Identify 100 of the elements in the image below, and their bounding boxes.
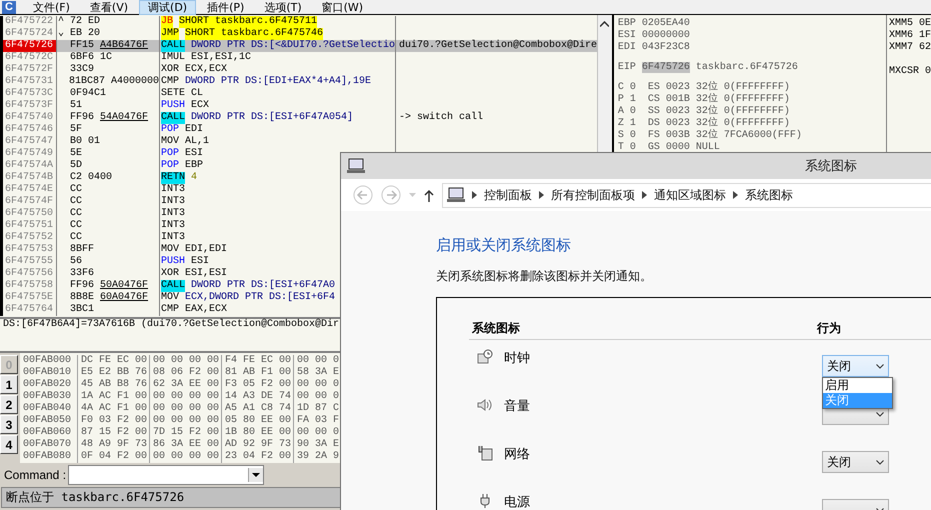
- opcode-text: 0F94C1: [69, 88, 106, 100]
- opcode-text: C2 0400: [69, 172, 112, 184]
- hex-cell: 81 AB F1 00: [222, 367, 294, 379]
- opcode-text: 5E: [69, 148, 82, 160]
- dropdown-option[interactable]: 启用: [823, 378, 892, 393]
- address-cell: 6F47574A: [0, 160, 57, 172]
- icon-name: 时钟: [504, 350, 530, 367]
- register-line: MXCSR 0: [888, 66, 931, 77]
- menu-item[interactable]: 窗口(W): [312, 0, 372, 14]
- dump-tab[interactable]: 1: [0, 375, 18, 394]
- menu-item[interactable]: 插件(P): [198, 0, 254, 14]
- hex-cell: 1B 80 EE 00: [222, 427, 294, 439]
- mnemonic: POP: [161, 124, 180, 136]
- address-cell: 00FAB050: [20, 415, 78, 427]
- operand-text: DWORD PTR DS:[<&DUI70.?GetSelectio: [191, 40, 396, 52]
- scroll-up-icon[interactable]: [600, 21, 610, 27]
- dump-tab[interactable]: 2: [0, 395, 18, 414]
- hex-cell: 45 AB B8 76: [78, 379, 150, 391]
- mnemonic: POP: [161, 148, 180, 160]
- breadcrumb-item[interactable]: 通知区域图标: [654, 186, 726, 204]
- reloc-address: 50A0476F: [100, 280, 148, 292]
- mnemonic: INT3: [161, 232, 186, 244]
- address-cell: 6F475752: [0, 232, 57, 244]
- address-cell: 6F47574E: [0, 184, 57, 196]
- hex-cell: 7D 15 F2 00: [150, 427, 222, 439]
- menu-item[interactable]: 查看(V): [80, 0, 138, 14]
- operand-text: ECX,DWORD PTR DS:[ESI+6F4: [185, 292, 336, 304]
- reloc-address: 60A0476F: [100, 292, 148, 304]
- address-cell: 00FAB030: [20, 391, 78, 403]
- chevron-right-icon: [733, 191, 738, 199]
- address-cell: 6F475731: [0, 76, 57, 88]
- opcode-text: CC: [69, 232, 82, 244]
- hex-cell: AD 92 9F 73: [222, 439, 294, 451]
- hex-cell: 48 A9 9F 73: [78, 439, 150, 451]
- opcode-text: 3BC1: [69, 304, 94, 316]
- opcode-text: FF96: [69, 112, 94, 124]
- comment-text: -> switch call: [399, 112, 484, 123]
- address-cell: 00FAB000: [20, 355, 78, 367]
- register-line: XMM5 0E: [888, 18, 931, 29]
- address-cell: 6F475740: [0, 112, 57, 124]
- operand-text: 4: [191, 172, 198, 184]
- operand-text: CL: [191, 88, 204, 100]
- behavior-select[interactable]: 关闭: [822, 451, 889, 473]
- breadcrumb-item[interactable]: 所有控制面板项: [551, 186, 635, 204]
- flag-line: T 0 GS 0000 NULL: [618, 142, 720, 153]
- hex-cell: 00 00 00 00: [150, 391, 222, 403]
- mnemonic: MOV: [161, 292, 180, 304]
- hex-cell: 14 A3 DE 74: [222, 391, 294, 403]
- opcode-text: CC: [69, 208, 82, 220]
- computer-icon: [347, 158, 365, 174]
- menu-item[interactable]: 文件(F): [24, 0, 79, 14]
- address-bar[interactable]: 控制面板 所有控制面板项 通知区域图标 系统图标: [442, 182, 931, 208]
- address-cell: 00FAB060: [20, 427, 78, 439]
- opcode-text: 56: [69, 256, 82, 268]
- up-arrow-icon[interactable]: [424, 188, 434, 202]
- menu-item[interactable]: 选项(T): [255, 0, 311, 14]
- hex-cell: F4 FE EC 00: [222, 355, 294, 367]
- column-header: 行为: [817, 320, 841, 337]
- operand-text: DWORD PTR DS:[ESI+6F47A054]: [191, 112, 354, 124]
- menu-item[interactable]: 调试(D): [139, 0, 196, 14]
- icon-name: 网络: [504, 446, 530, 463]
- opcode-text: B0 01: [69, 136, 100, 148]
- mnemonic: POP: [161, 160, 180, 172]
- hex-cell: 0F 04 F2 00: [78, 451, 150, 463]
- address-cell: 6F47572F: [0, 64, 57, 76]
- operand-text: AL,1: [185, 136, 210, 148]
- eip-value: 6F475726: [642, 62, 690, 73]
- operand-text: SHORT taskbarc.6F475711: [179, 16, 318, 28]
- hex-cell: 08 06 F2 00: [150, 367, 222, 379]
- hex-cell: E5 E2 BB 76: [78, 367, 150, 379]
- address-cell: 6F47574F: [0, 196, 57, 208]
- column-header: 系统图标: [471, 320, 521, 337]
- dump-tab[interactable]: 3: [0, 415, 18, 434]
- address-cell: 6F475722: [0, 16, 57, 28]
- address-cell: 00FAB010: [20, 367, 78, 379]
- page-heading: 启用或关闭系统图标: [436, 236, 572, 255]
- opcode-text: 5D: [69, 160, 82, 172]
- mnemonic: CALL: [161, 40, 186, 52]
- address-cell: 6F475756: [0, 268, 57, 280]
- hex-cell: 86 3A EE 00: [150, 439, 222, 451]
- operand-text: DWORD PTR DS:[EDI+EAX*4+A4],19E: [185, 76, 372, 88]
- breadcrumb-item[interactable]: 系统图标: [745, 186, 793, 204]
- mnemonic: JMP: [161, 28, 180, 40]
- operand-text: ECX,ECX: [185, 64, 228, 76]
- icon-name: 音量: [504, 398, 530, 415]
- behavior-select[interactable]: 关闭: [822, 355, 889, 377]
- dropdown-arrow-icon[interactable]: [252, 473, 260, 477]
- operand-text: DWORD PTR DS:[ESI+6F47A0: [191, 280, 336, 292]
- mnemonic: XOR: [161, 64, 180, 76]
- breadcrumb-item[interactable]: 控制面板: [484, 186, 532, 204]
- address-cell: 6F475750: [0, 208, 57, 220]
- address-cell: 6F475753: [0, 244, 57, 256]
- hex-cell: 1A AC F1 00: [78, 391, 150, 403]
- dump-tab[interactable]: 4: [0, 435, 18, 454]
- command-field[interactable]: [68, 465, 264, 485]
- operand-text: EAX,ECX: [185, 304, 228, 316]
- address-cell: 6F475758: [0, 280, 57, 292]
- opcode-text: 51: [69, 100, 82, 112]
- hex-cell: DC FE EC 00: [78, 355, 150, 367]
- opcode-text: 81BC87 A4000000: [68, 76, 159, 88]
